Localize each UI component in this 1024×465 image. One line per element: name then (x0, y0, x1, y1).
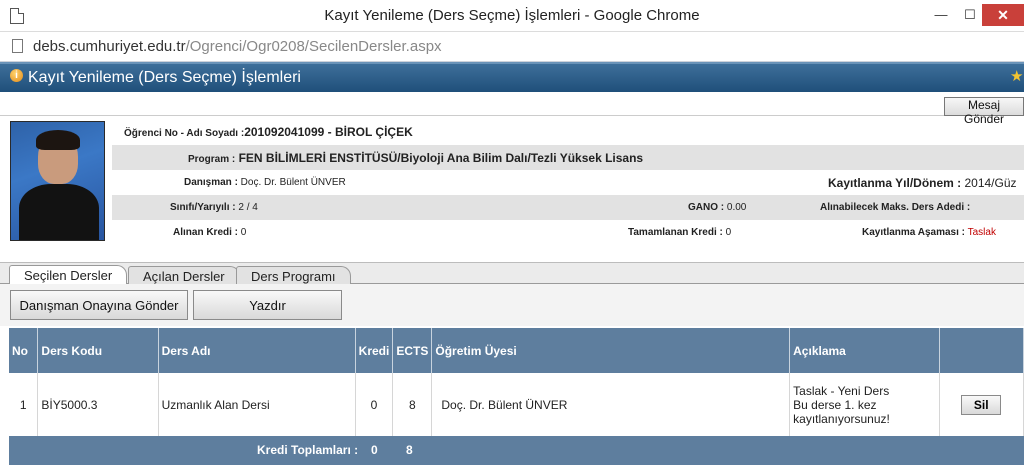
table-row: 1 BİY5000.3 Uzmanlık Alan Dersi 0 8 Doç.… (9, 373, 1024, 438)
info-icon: i (10, 69, 23, 82)
photo-hair (36, 130, 80, 150)
completed-credit-value: 0 (722, 227, 732, 238)
term-label: Kayıtlanma Yıl/Dönem : (828, 176, 962, 190)
credit-totals-bar: Kredi Toplamları : 0 8 (9, 436, 1024, 465)
window-titlebar: Kayıt Yenileme (Ders Seçme) İşlemleri - … (0, 0, 1024, 32)
credit-label: Alınan Kredi : (173, 227, 239, 238)
note-line: Taslak - Yeni Ders (793, 383, 890, 398)
delete-cell: Sil (939, 373, 1024, 438)
document-icon (12, 39, 23, 53)
class-value: 2 / 4 (235, 202, 258, 213)
delete-course-button[interactable]: Sil (961, 394, 1002, 415)
credit-line: Alınan Kredi : 0 (173, 227, 246, 238)
column-header: Ders Kodu (37, 328, 159, 373)
gano-line: GANO : 0.00 (688, 202, 746, 213)
completed-credit-line: Tamamlanan Kredi : 0 (628, 227, 731, 238)
column-header (939, 328, 1024, 373)
page-header: i Kayıt Yenileme (Ders Seçme) İşlemleri … (0, 62, 1024, 92)
gano-value: 0.00 (724, 202, 747, 213)
student-number-value: 201092041099 - BİROL ÇİÇEK (244, 125, 413, 139)
totals-credit: 0 (371, 443, 378, 457)
course-note: Taslak - Yeni Ders Bu derse 1. kez kayıt… (789, 373, 940, 438)
note-line: kayıtlanıyorsunuz! (793, 411, 890, 426)
term-line: Kayıtlanma Yıl/Dönem : 2014/Güz (828, 176, 1017, 190)
column-header: Açıklama (789, 328, 940, 373)
course-instructor: Doç. Dr. Bülent ÜNVER (431, 373, 791, 438)
row-number: 1 (9, 373, 39, 438)
term-value: 2014/Güz (961, 176, 1017, 190)
totals-label: Kredi Toplamları : (257, 443, 359, 457)
close-button[interactable]: ✕ (982, 4, 1024, 26)
stage-line: Kayıtlanma Aşaması : Taslak (862, 227, 996, 238)
maximize-button[interactable]: ☐ (955, 4, 985, 26)
stage-value: Taslak (965, 227, 996, 238)
column-header: Kredi (355, 328, 394, 373)
advisor-line: Danışman : Doç. Dr. Bülent ÜNVER (184, 177, 346, 188)
student-number-line: Öğrenci No - Adı Soyadı :201092041099 - … (124, 125, 413, 139)
course-code: BİY5000.3 (37, 373, 159, 438)
send-message-button[interactable]: Mesaj Gönder (944, 97, 1024, 126)
table-header-row: No Ders Kodu Ders Adı Kredi ECTS Öğretim… (9, 328, 1024, 373)
selected-courses-table: No Ders Kodu Ders Adı Kredi ECTS Öğretim… (9, 328, 1024, 438)
note-line: Bu derse 1. kez (793, 397, 877, 412)
message-row: Mesaj Gönder (0, 92, 1024, 126)
send-to-advisor-button[interactable]: Danışman Onayına Gönder (10, 290, 188, 320)
photo-body (19, 184, 99, 240)
gano-label: GANO : (688, 202, 725, 213)
page-title: Kayıt Yenileme (Ders Seçme) İşlemleri (28, 69, 301, 86)
class-line: Sınıfı/Yarıyılı : 2 / 4 (170, 202, 258, 213)
column-header: No (9, 328, 39, 373)
student-photo (10, 121, 105, 241)
stage-label: Kayıtlanma Aşaması : (862, 227, 966, 238)
url-path: /Ogrenci/Ogr0208/SecilenDersler.aspx (185, 38, 442, 55)
url-host: debs.cumhuriyet.edu.tr (33, 38, 186, 55)
column-header: Öğretim Üyesi (431, 328, 791, 373)
tab-strip: Seçilen Dersler Açılan Dersler Ders Prog… (0, 262, 1024, 286)
program-line: Program : FEN BİLİMLERİ ENSTİTÜSÜ/Biyolo… (188, 151, 643, 165)
minimize-button[interactable]: — (926, 4, 956, 26)
credit-value: 0 (238, 227, 247, 238)
tab-open-courses[interactable]: Açılan Dersler (128, 266, 240, 285)
program-label: Program : (188, 154, 236, 165)
totals-ects: 8 (406, 443, 413, 457)
class-label: Sınıfı/Yarıyılı : (170, 202, 236, 213)
action-toolbar: Danışman Onayına Gönder Yazdır (0, 284, 1024, 326)
tab-selected-courses[interactable]: Seçilen Dersler (9, 265, 128, 286)
address-bar[interactable]: debs.cumhuriyet.edu.tr/Ogrenci/Ogr0208/S… (0, 32, 1024, 62)
window-title: Kayıt Yenileme (Ders Seçme) İşlemleri - … (324, 7, 700, 24)
advisor-label: Danışman : (184, 177, 238, 188)
print-button[interactable]: Yazdır (193, 290, 342, 320)
program-value: FEN BİLİMLERİ ENSTİTÜSÜ/Biyoloji Ana Bil… (235, 151, 644, 165)
max-course-label: Alınabilecek Maks. Ders Adedi : (820, 202, 971, 213)
column-header: Ders Adı (158, 328, 356, 373)
column-header: ECTS (392, 328, 433, 373)
course-credit: 0 (355, 373, 394, 438)
student-number-label: Öğrenci No - Adı Soyadı : (124, 128, 245, 139)
max-course-line: Alınabilecek Maks. Ders Adedi : (820, 202, 970, 213)
star-icon[interactable]: ★ (1010, 67, 1023, 85)
url-text[interactable]: debs.cumhuriyet.edu.tr/Ogrenci/Ogr0208/S… (33, 38, 442, 55)
advisor-value: Doç. Dr. Bülent ÜNVER (237, 177, 346, 188)
tab-course-schedule[interactable]: Ders Programı (236, 266, 351, 285)
completed-credit-label: Tamamlanan Kredi : (628, 227, 723, 238)
course-name: Uzmanlık Alan Dersi (158, 373, 356, 438)
course-ects: 8 (392, 373, 433, 438)
